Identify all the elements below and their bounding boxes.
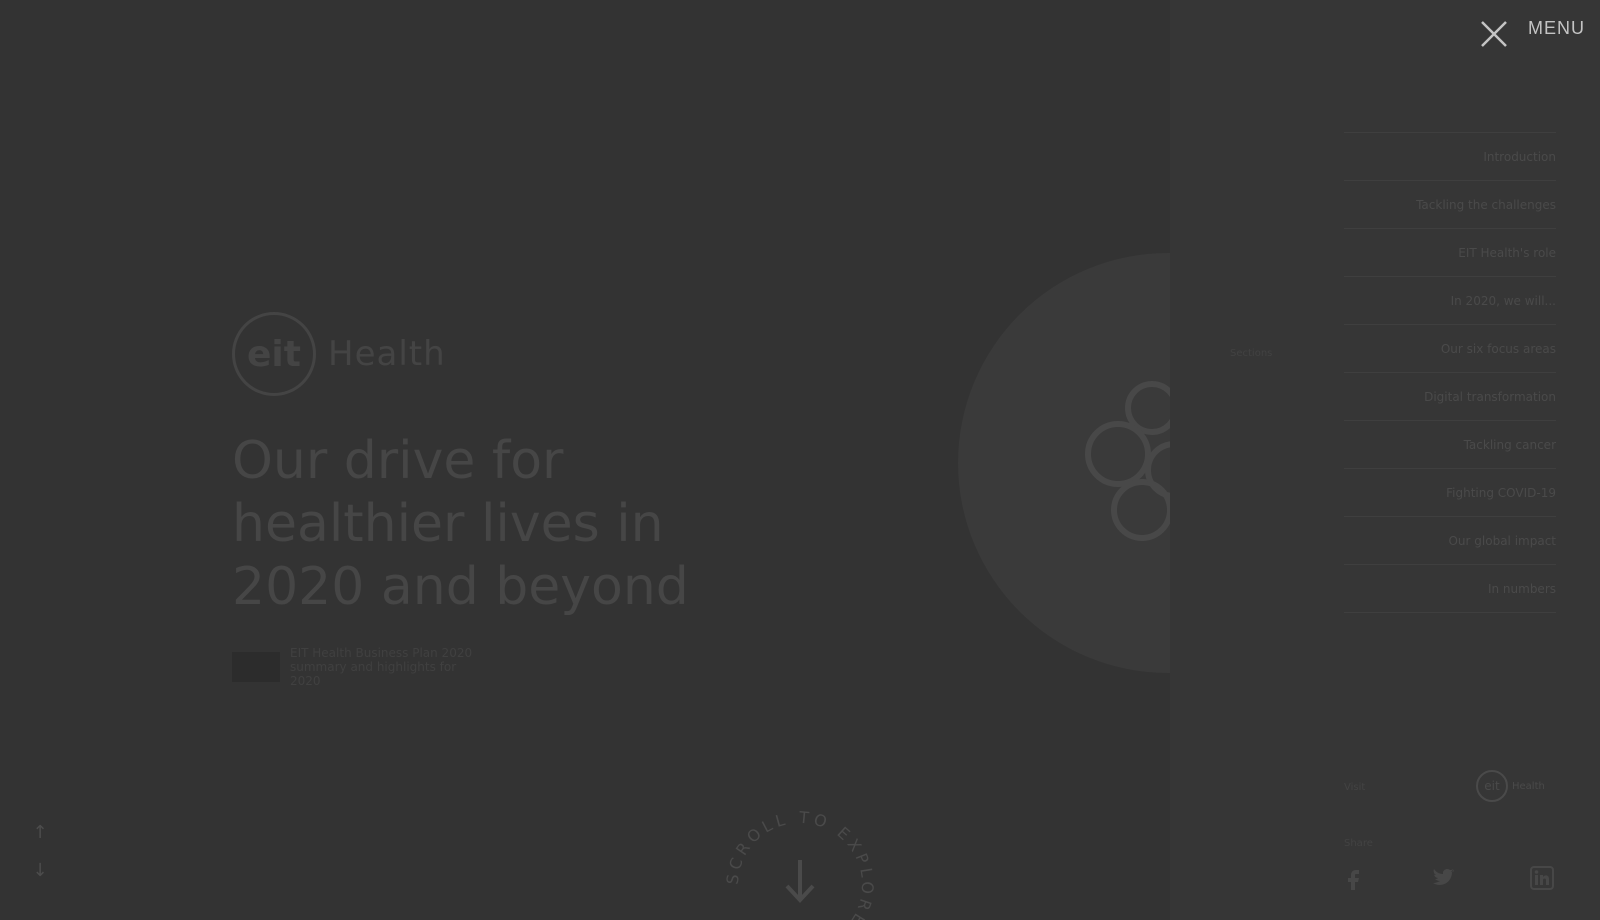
arrow-up-icon[interactable]: ↑ <box>30 822 50 846</box>
scroll-to-explore-button[interactable]: SCROLL TO EXPLORE <box>725 810 875 920</box>
section-nav-arrows: ↑ ↓ <box>30 822 50 884</box>
menu-item-fighting-covid[interactable]: Fighting COVID-19 <box>1344 469 1556 517</box>
visit-eit-health-link[interactable]: eit Health <box>1476 770 1545 802</box>
visit-label: Visit <box>1344 782 1366 793</box>
facebook-icon[interactable] <box>1342 866 1366 890</box>
linkedin-icon[interactable] <box>1530 866 1554 890</box>
menu-item-tackling-challenges[interactable]: Tackling the challenges <box>1344 181 1556 229</box>
logo-ring: eit <box>232 312 316 396</box>
close-icon[interactable] <box>1478 18 1510 50</box>
page-title: Our drive for healthier lives in 2020 an… <box>232 431 689 617</box>
subtitle-block: EIT Health Business Plan 2020 summary an… <box>232 646 490 688</box>
twitter-icon[interactable] <box>1432 866 1456 890</box>
logo-word: Health <box>328 334 446 374</box>
subtitle-text: EIT Health Business Plan 2020 summary an… <box>290 646 473 688</box>
menu-item-in-2020[interactable]: In 2020, we will... <box>1344 277 1556 325</box>
brain-icon <box>1085 381 1170 541</box>
subtitle-swatch <box>232 652 280 682</box>
share-label: Share <box>1344 838 1373 849</box>
menu-item-introduction[interactable]: Introduction <box>1344 133 1556 181</box>
menu-nav: Introduction Tackling the challenges EIT… <box>1344 132 1556 613</box>
visit-logo-word: Health <box>1512 780 1545 792</box>
menu-item-eit-health-role[interactable]: EIT Health's role <box>1344 229 1556 277</box>
arrow-down-icon[interactable]: ↓ <box>30 860 50 884</box>
menu-item-focus-areas[interactable]: Our six focus areas <box>1344 325 1556 373</box>
arrow-down-icon <box>785 860 815 903</box>
sections-label: Sections <box>1230 348 1273 359</box>
menu-item-global-impact[interactable]: Our global impact <box>1344 517 1556 565</box>
hero-section: eit Health Our drive for healthier lives… <box>0 0 1170 920</box>
menu-item-in-numbers[interactable]: In numbers <box>1344 565 1556 613</box>
eit-health-logo: eit Health <box>232 312 446 396</box>
visit-logo-ring: eit <box>1476 770 1508 802</box>
menu-item-digital-transformation[interactable]: Digital transformation <box>1344 373 1556 421</box>
menu-item-tackling-cancer[interactable]: Tackling cancer <box>1344 421 1556 469</box>
menu-label: MENU <box>1528 18 1585 38</box>
